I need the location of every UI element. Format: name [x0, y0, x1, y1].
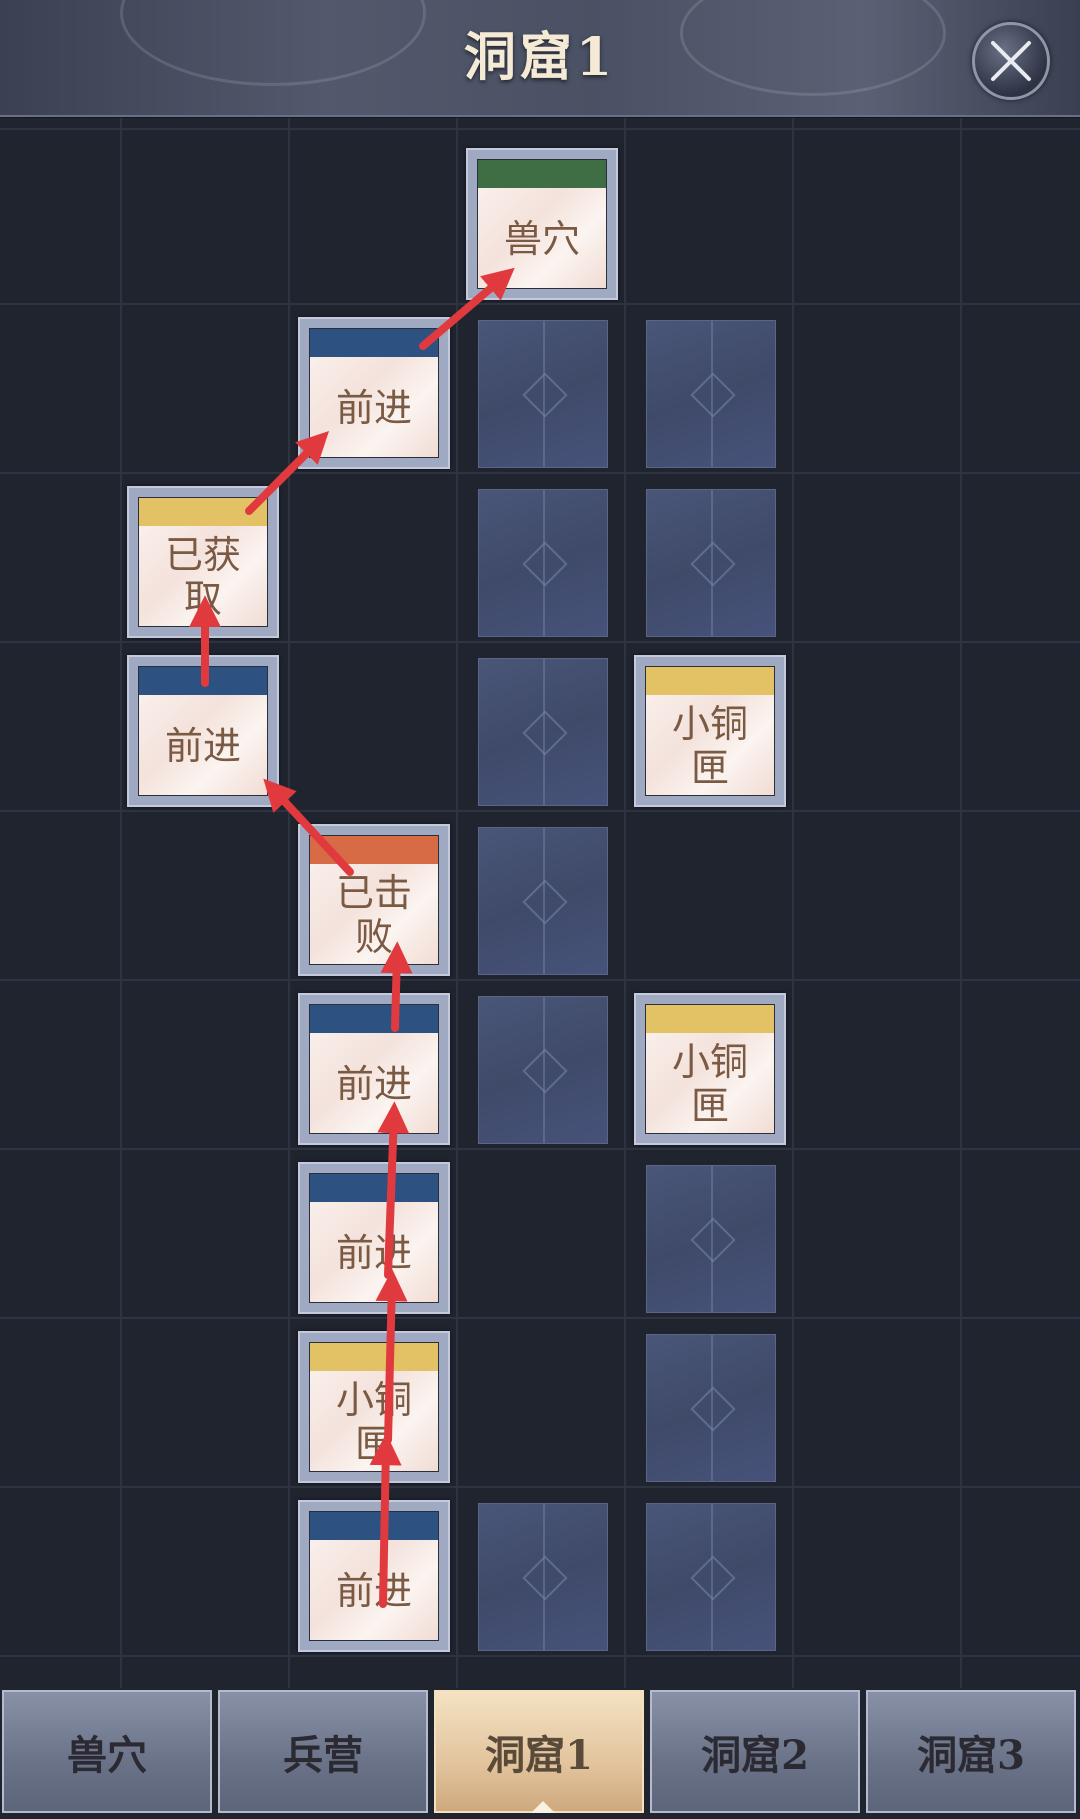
path-arrow	[245, 430, 330, 515]
page-title: 洞窟1	[463, 27, 617, 88]
tab-bar: 兽穴 兵营 洞窟1 洞窟2 洞窟3	[0, 1688, 1080, 1819]
active-tab-caret	[531, 1801, 555, 1813]
title-bar: 洞窟1	[0, 0, 1080, 117]
path-arrow	[369, 1433, 402, 1608]
tab-label: 洞窟3	[917, 1731, 1025, 1779]
tab-label: 洞窟1	[485, 1731, 593, 1779]
tab-cave-1[interactable]: 洞窟1	[434, 1690, 644, 1813]
tab-label: 兽穴	[67, 1731, 147, 1779]
path-arrow	[419, 267, 515, 350]
tab-cave-2[interactable]: 洞窟2	[650, 1690, 860, 1813]
dungeon-board: 兽穴 前进 已获取 前进 小铜匣 已击败 前进 小铜匣 前进 小铜匣 前进	[0, 118, 1080, 1688]
close-icon	[991, 41, 1031, 81]
tab-beast-lair[interactable]: 兽穴	[2, 1690, 212, 1813]
tab-barracks[interactable]: 兵营	[218, 1690, 428, 1813]
path-arrows	[189, 267, 515, 1608]
tab-cave-3[interactable]: 洞窟3	[866, 1690, 1076, 1813]
path-arrow	[377, 1101, 410, 1279]
path-arrow	[263, 778, 354, 876]
path-arrow	[375, 1269, 408, 1444]
path-arrow	[380, 941, 413, 1032]
close-button[interactable]	[972, 22, 1050, 100]
tab-label: 洞窟2	[701, 1731, 809, 1779]
tab-label: 兵营	[283, 1731, 363, 1779]
